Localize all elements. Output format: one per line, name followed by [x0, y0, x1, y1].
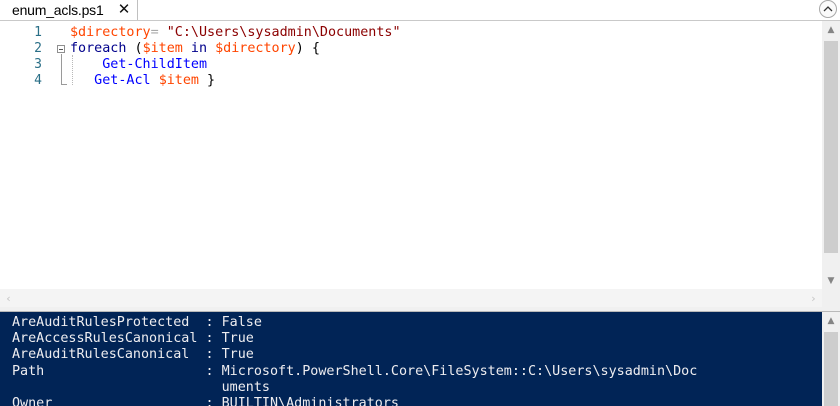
console-output-line: AreAccessRulesCanonical : True	[12, 331, 254, 346]
code-token: Get-Acl	[70, 73, 151, 88]
editor-vertical-scrollbar[interactable]: ▲ ▼	[822, 21, 840, 289]
console-output-line: Owner : BUILTIN\Administrators	[12, 396, 399, 406]
line-number: 2	[34, 41, 42, 56]
code-line: $directory= "C:\Users\sysadmin\Documents…	[70, 25, 401, 41]
scroll-down-icon[interactable]: ▼	[822, 272, 840, 289]
console-output-line: Path : Microsoft.PowerShell.Core\FileSys…	[12, 364, 698, 379]
scroll-up-icon[interactable]: ▲	[822, 21, 840, 38]
code-token: ) {	[295, 41, 320, 56]
scroll-up-icon[interactable]: ▲	[822, 312, 840, 329]
code-token: }	[199, 73, 216, 88]
scroll-left-icon[interactable]: ‹	[0, 289, 17, 307]
console-vertical-scrollbar[interactable]: ▲	[822, 312, 840, 406]
line-number: 3	[34, 57, 42, 72]
line-number: 4	[34, 73, 42, 88]
scroll-right-icon[interactable]: ›	[805, 289, 822, 307]
code-line: foreach ($item in $directory) {	[70, 41, 320, 57]
console-output-line: AreAuditRulesProtected : False	[12, 315, 262, 330]
tab-enum-acls[interactable]: enum_acls.ps1 ✕	[0, 0, 138, 20]
console-output-line: AreAuditRulesCanonical : True	[12, 347, 254, 362]
code-line: Get-ChildItem	[70, 57, 207, 73]
tab-label: enum_acls.ps1	[12, 2, 104, 18]
chevron-up-icon[interactable]	[819, 0, 837, 18]
code-token: $directory	[215, 41, 296, 56]
scrollbar-corner	[822, 289, 840, 307]
collapse-region-icon[interactable]	[57, 45, 65, 53]
line-number: 1	[34, 25, 42, 40]
code-token: "C:\Users\sysadmin\Documents"	[166, 25, 401, 40]
code-token: $item	[158, 73, 199, 88]
console-output-line: uments	[12, 380, 270, 395]
code-line: Get-Acl $item }	[70, 73, 215, 89]
tab-strip: enum_acls.ps1 ✕	[0, 0, 840, 21]
console-pane[interactable]: AreAuditRulesProtected : False AreAccess…	[0, 312, 822, 406]
code-token: in	[182, 41, 216, 56]
close-icon[interactable]: ✕	[117, 0, 131, 18]
code-token: =	[150, 25, 167, 40]
code-token: $directory	[70, 25, 151, 40]
script-editor[interactable]: 1 2 3 4 $directory= "C:\Users\sysadmin\D…	[0, 21, 822, 289]
scrollbar-thumb[interactable]	[824, 41, 838, 253]
code-token: (	[126, 41, 143, 56]
fold-guide-end	[61, 84, 67, 85]
code-token: $item	[142, 41, 183, 56]
fold-guide	[61, 54, 62, 84]
code-token: foreach	[70, 41, 127, 56]
code-token: Get-ChildItem	[70, 57, 208, 72]
scrollbar-thumb[interactable]	[824, 332, 838, 406]
editor-horizontal-scrollbar[interactable]: ‹ ›	[0, 289, 822, 307]
